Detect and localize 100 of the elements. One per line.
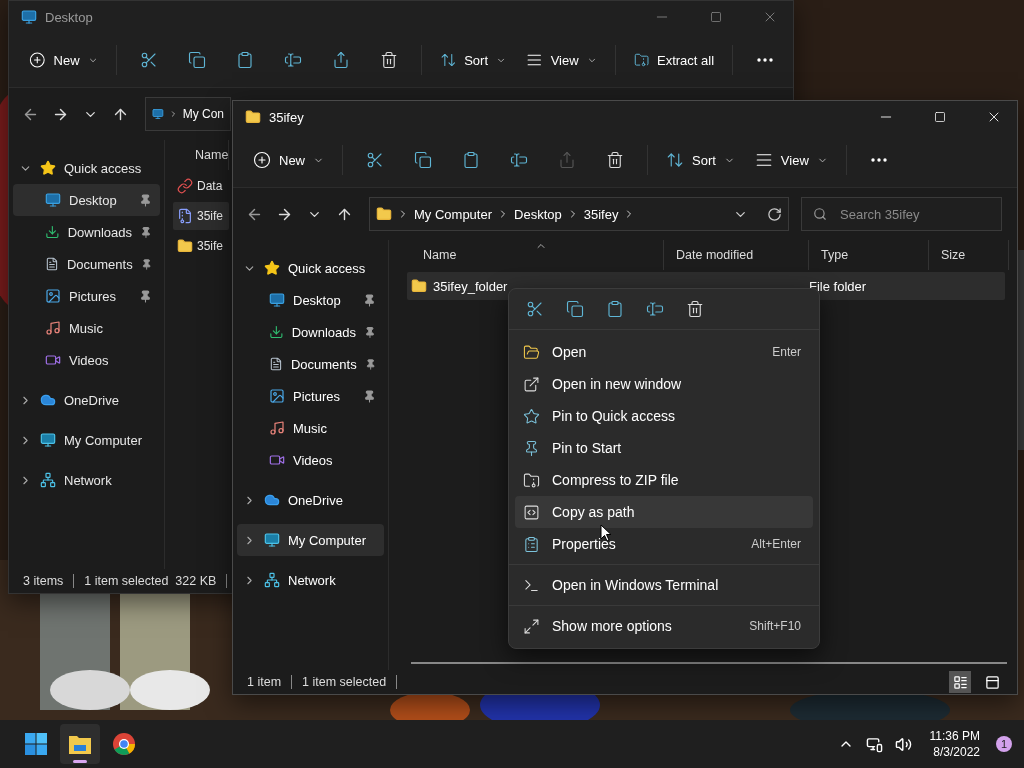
search-field[interactable]: Search 35ifey xyxy=(801,197,1002,231)
sidebar-item[interactable]: Videos xyxy=(237,444,384,476)
extract-button[interactable]: Extract all xyxy=(627,42,721,78)
details-view-button[interactable] xyxy=(949,671,971,693)
sidebar-item[interactable]: Network xyxy=(237,564,384,596)
breadcrumb[interactable]: My Con xyxy=(182,107,224,121)
sidebar-item[interactable]: Network xyxy=(13,464,160,496)
menu-item[interactable]: Show more options Shift+F10 xyxy=(515,610,813,642)
column-header[interactable]: Name xyxy=(389,240,664,270)
sidebar-item[interactable]: Music xyxy=(13,312,160,344)
menu-item[interactable]: Open in Windows Terminal xyxy=(515,569,813,601)
sidebar-label: My Computer xyxy=(288,532,368,548)
sidebar-item[interactable]: Pictures xyxy=(237,380,384,412)
file-row[interactable]: 35ife xyxy=(173,232,229,260)
lines-icon xyxy=(754,151,773,169)
sidebar-item[interactable]: Documents xyxy=(237,348,384,380)
menu-item[interactable]: Properties Alt+Enter xyxy=(515,528,813,560)
new-button[interactable]: New xyxy=(23,42,104,78)
file-name: 35ife xyxy=(197,209,224,223)
folder-icon xyxy=(523,343,540,361)
sidebar-label: Downloads xyxy=(291,324,357,340)
sidebar-item[interactable]: Pictures xyxy=(13,280,160,312)
sidebar-item[interactable]: Downloads xyxy=(237,316,384,348)
sort-button[interactable]: Sort xyxy=(660,142,741,178)
menu-item[interactable]: Open in new window xyxy=(515,368,813,400)
share-icon xyxy=(558,151,576,169)
notification-badge[interactable]: 1 xyxy=(996,736,1012,752)
sidebar-item[interactable]: OneDrive xyxy=(13,384,160,416)
column-header[interactable]: Size xyxy=(929,240,1009,270)
window-title: Desktop xyxy=(45,9,94,25)
shortcut-text: Shift+F10 xyxy=(749,619,801,633)
sidebar-item[interactable]: Desktop xyxy=(237,284,384,316)
window-title: 35ifey xyxy=(269,109,305,125)
sidebar-label: OneDrive xyxy=(288,492,344,508)
file-row[interactable]: Data xyxy=(173,172,229,200)
sort-icon xyxy=(666,151,684,169)
sidebar-label: Music xyxy=(293,420,328,436)
network-icon[interactable] xyxy=(865,735,883,753)
sidebar-label: Quick access xyxy=(288,260,367,276)
tiles-icon xyxy=(984,674,1000,690)
music-icon xyxy=(269,420,285,436)
monitor-icon xyxy=(21,9,37,25)
volume-icon[interactable] xyxy=(894,735,912,753)
status-text: 1 item xyxy=(247,675,282,689)
column-header[interactable]: Name xyxy=(165,140,229,170)
image-icon xyxy=(269,388,285,404)
menu-item[interactable]: Compress to ZIP file xyxy=(515,464,813,496)
column-header[interactable]: Date modified xyxy=(664,240,809,270)
new-button[interactable]: New xyxy=(247,142,330,178)
file-row[interactable]: 35ife xyxy=(173,202,229,230)
folder-icon xyxy=(376,206,392,222)
folder-icon xyxy=(177,238,193,254)
monitor-icon xyxy=(269,292,285,308)
file-name: 35ifey_folder xyxy=(433,278,508,294)
taskbar-app[interactable] xyxy=(60,724,100,764)
cut-icon xyxy=(139,51,158,69)
horizontal-scrollbar[interactable] xyxy=(411,662,1007,664)
sidebar-item[interactable]: Desktop xyxy=(13,184,160,216)
sidebar-item[interactable]: Music xyxy=(237,412,384,444)
view-button[interactable]: View xyxy=(520,42,603,78)
expand-icon xyxy=(523,617,540,635)
sidebar-item[interactable]: Videos xyxy=(13,344,160,376)
refresh-icon[interactable] xyxy=(767,206,782,222)
sidebar-item[interactable]: Quick access xyxy=(237,252,384,284)
menu-item[interactable]: Open Enter xyxy=(515,336,813,368)
sidebar-item[interactable]: My Computer xyxy=(13,424,160,456)
breadcrumb[interactable]: 35ifey xyxy=(583,206,619,222)
folder-icon xyxy=(245,109,261,125)
clock[interactable]: 11:36 PM 8/3/2022 xyxy=(929,729,980,759)
document-icon xyxy=(45,256,59,272)
menu-item[interactable]: Pin to Quick access xyxy=(515,400,813,432)
breadcrumb[interactable]: Desktop xyxy=(514,206,562,222)
sidebar-label: Desktop xyxy=(293,292,342,308)
sidebar-label: Network xyxy=(288,572,337,588)
view-button[interactable]: View xyxy=(748,142,834,178)
folder-icon xyxy=(411,278,427,294)
copy-icon xyxy=(187,51,206,69)
folder-icon xyxy=(68,733,92,755)
windows-logo-icon xyxy=(24,732,48,756)
sidebar-label: Quick access xyxy=(64,160,143,176)
video-icon xyxy=(45,352,61,368)
address-bar[interactable]: My Computer Desktop 35ifey xyxy=(369,197,789,231)
address-bar[interactable]: My Con xyxy=(145,97,231,131)
sort-button[interactable]: Sort xyxy=(433,42,513,78)
sidebar-item[interactable]: OneDrive xyxy=(237,484,384,516)
rename-icon xyxy=(283,51,302,69)
menu-item[interactable]: Pin to Start xyxy=(515,432,813,464)
sidebar-item[interactable]: Downloads xyxy=(13,216,160,248)
external-link-icon xyxy=(523,375,540,393)
sidebar-item[interactable]: Documents xyxy=(13,248,160,280)
cloud-icon xyxy=(264,492,280,508)
sidebar-item[interactable]: My Computer xyxy=(237,524,384,556)
sidebar-item[interactable]: Quick access xyxy=(13,152,160,184)
trash-icon xyxy=(379,51,398,69)
paste-icon xyxy=(235,51,254,69)
column-header[interactable]: Type xyxy=(809,240,929,270)
menu-item[interactable]: Copy as path xyxy=(515,496,813,528)
shortcut-text: Alt+Enter xyxy=(751,537,801,551)
cut-icon xyxy=(526,300,544,318)
breadcrumb[interactable]: My Computer xyxy=(414,206,493,222)
